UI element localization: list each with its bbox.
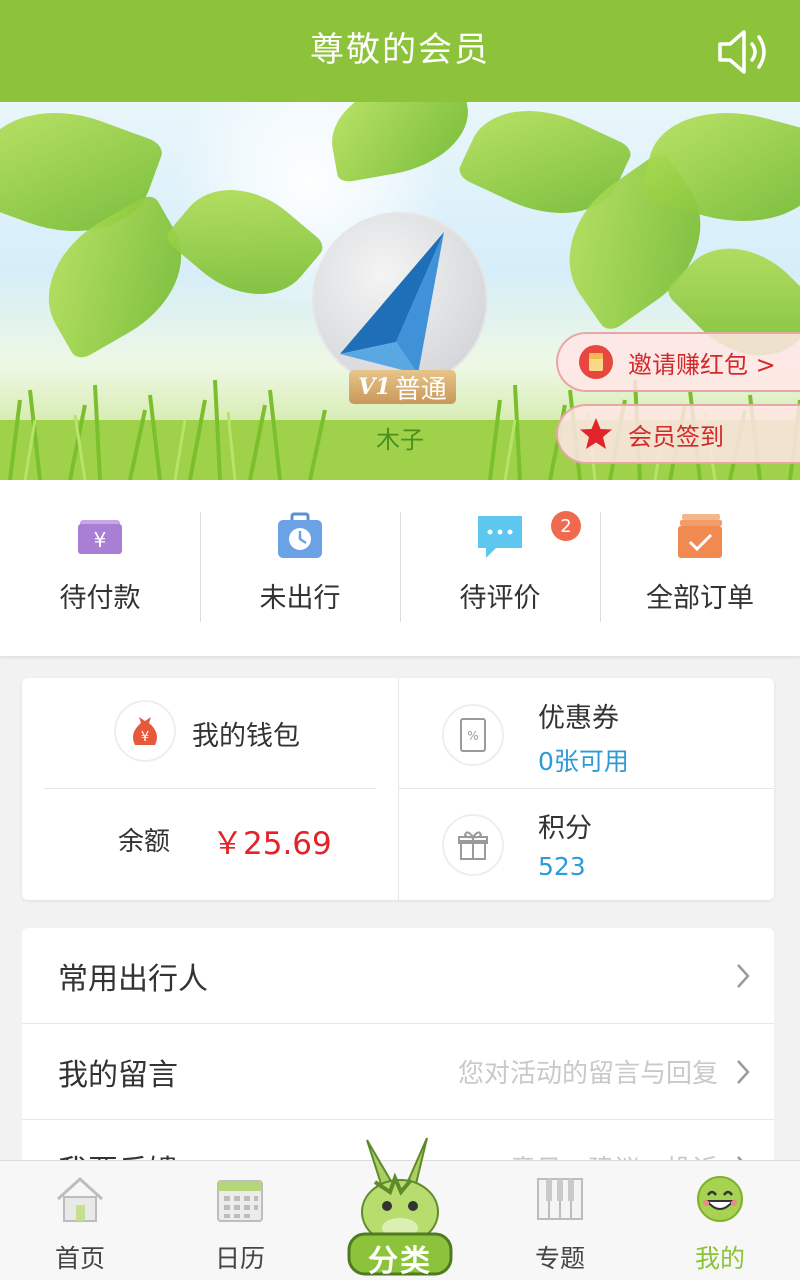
- gift-icon[interactable]: [442, 814, 504, 876]
- balance-value: ￥25.69: [212, 826, 332, 862]
- money-bag-icon[interactable]: ¥: [114, 700, 176, 762]
- coupon-icon[interactable]: %: [442, 704, 504, 766]
- paper-plane-icon: [340, 232, 444, 374]
- wallet-yen-icon: ¥: [78, 520, 122, 554]
- order-label: 未出行: [259, 583, 341, 614]
- star-icon: [580, 418, 612, 449]
- profile-banner: V1 普通 木子 邀请赚红包 > 会员签到: [0, 102, 800, 480]
- chevron-right-icon: [737, 963, 750, 988]
- page-title: 尊敬的会员: [310, 30, 490, 70]
- smiley-icon: [697, 1176, 743, 1222]
- header-bar: 尊敬的会员: [0, 0, 800, 102]
- nav-category[interactable]: 分类: [335, 1130, 465, 1280]
- nav-topics[interactable]: 专题: [480, 1161, 640, 1280]
- review-count-badge: 2: [551, 511, 581, 541]
- signin-button[interactable]: 会员签到: [556, 404, 800, 464]
- order-to-review[interactable]: 待评价: [400, 480, 600, 656]
- nav-home[interactable]: 首页: [0, 1161, 160, 1280]
- nav-label: 分类: [368, 1244, 432, 1279]
- red-envelope-icon: [579, 345, 613, 379]
- nav-mine[interactable]: 我的: [640, 1161, 800, 1280]
- balance-label: 余额: [118, 827, 171, 857]
- member-level-badge: V1 普通: [349, 370, 456, 405]
- home-icon: [56, 1176, 104, 1222]
- divider: [398, 788, 774, 789]
- level-label: 普通: [394, 374, 447, 405]
- list-item-title: 常用出行人: [58, 961, 208, 997]
- nav-label: 日历: [214, 1244, 265, 1273]
- calendar-icon: [217, 1180, 263, 1222]
- order-label: 全部订单: [646, 583, 754, 614]
- divider: [398, 678, 399, 900]
- order-label: 待评价: [459, 583, 541, 614]
- svg-text:¥: ¥: [141, 730, 149, 745]
- chat-bubble-icon: [478, 516, 522, 558]
- order-not-traveled[interactable]: 未出行: [200, 480, 400, 656]
- svg-text:%: %: [467, 729, 478, 743]
- chevron-right-icon: [737, 1059, 750, 1084]
- speaker-icon[interactable]: [714, 26, 770, 78]
- nav-label: 专题: [534, 1244, 585, 1273]
- nav-calendar[interactable]: 日历: [160, 1161, 320, 1280]
- piano-icon: [537, 1178, 583, 1220]
- nav-label: 我的: [694, 1244, 745, 1273]
- points-title[interactable]: 积分: [538, 806, 592, 845]
- coupon-title[interactable]: 优惠券: [538, 696, 619, 735]
- order-list-icon: [678, 514, 722, 558]
- divider: [44, 788, 376, 789]
- invite-button[interactable]: 邀请赚红包 >: [556, 332, 800, 392]
- invite-label: 邀请赚红包 >: [628, 350, 776, 379]
- svg-text:¥: ¥: [94, 528, 107, 552]
- list-item-frequent-travelers[interactable]: 常用出行人: [22, 928, 774, 1024]
- list-item-hint: 您对活动的留言与回复: [457, 1059, 718, 1089]
- order-label: 待付款: [59, 583, 141, 614]
- order-all[interactable]: 全部订单: [600, 480, 800, 656]
- avatar[interactable]: [312, 212, 488, 388]
- suitcase-clock-icon: [278, 512, 322, 558]
- points-value[interactable]: 523: [538, 852, 586, 881]
- wallet-title[interactable]: 我的钱包: [192, 714, 300, 753]
- coupon-available[interactable]: 0张可用: [538, 742, 629, 778]
- level-code: V1: [358, 374, 391, 400]
- wallet-card: ¥ 我的钱包 余额 ￥25.69 % 优惠券 0张可用 积分 523: [22, 678, 774, 900]
- list-item-my-messages[interactable]: 我的留言 您对活动的留言与回复: [22, 1024, 774, 1120]
- nav-label: 首页: [54, 1244, 105, 1273]
- order-pending-payment[interactable]: ¥ 待付款: [0, 480, 200, 656]
- order-status-row: ¥ 待付款 未出行 待评价 全部订单: [0, 480, 800, 656]
- signin-label: 会员签到: [628, 422, 724, 451]
- list-item-title: 我的留言: [58, 1057, 178, 1093]
